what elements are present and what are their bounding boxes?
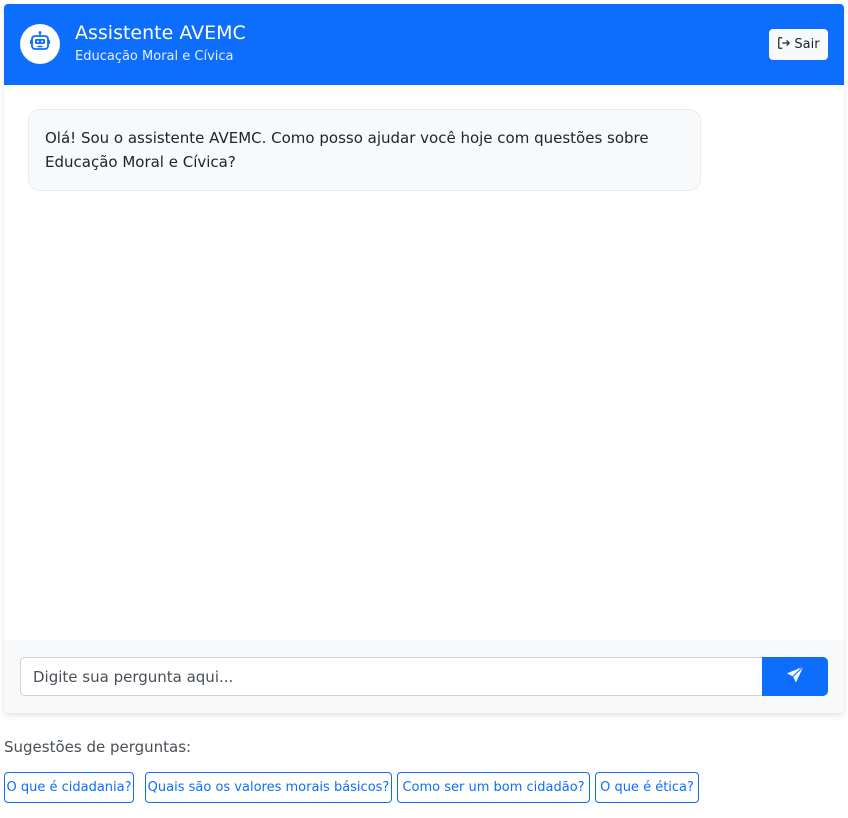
logout-label: Sair <box>794 37 820 52</box>
send-button[interactable] <box>762 657 828 696</box>
suggestion-chip[interactable]: Quais são os valores morais básicos? <box>145 772 392 803</box>
chat-header: Assistente AVEMC Educação Moral e Cívica… <box>4 4 844 85</box>
question-input[interactable] <box>20 657 763 696</box>
suggestion-chip[interactable]: O que é ética? <box>595 772 699 803</box>
suggestion-chip[interactable]: O que é cidadania? <box>4 772 134 803</box>
logout-button[interactable]: Sair <box>769 29 828 60</box>
chat-card: Assistente AVEMC Educação Moral e Cívica… <box>4 4 844 713</box>
page-subtitle: Educação Moral e Cívica <box>75 49 234 64</box>
assistant-avatar <box>20 24 60 64</box>
paper-plane-icon <box>786 665 804 688</box>
robot-icon <box>28 30 52 58</box>
suggestions-label: Sugestões de perguntas: <box>4 738 192 756</box>
message-list: Olá! Sou o assistente AVEMC. Como posso … <box>4 85 844 640</box>
page-title: Assistente AVEMC <box>75 22 246 44</box>
suggestion-chip[interactable]: Como ser um bom cidadão? <box>397 772 590 803</box>
bot-message: Olá! Sou o assistente AVEMC. Como posso … <box>28 109 701 191</box>
composer-bar <box>4 640 844 713</box>
sign-out-icon <box>777 36 791 54</box>
